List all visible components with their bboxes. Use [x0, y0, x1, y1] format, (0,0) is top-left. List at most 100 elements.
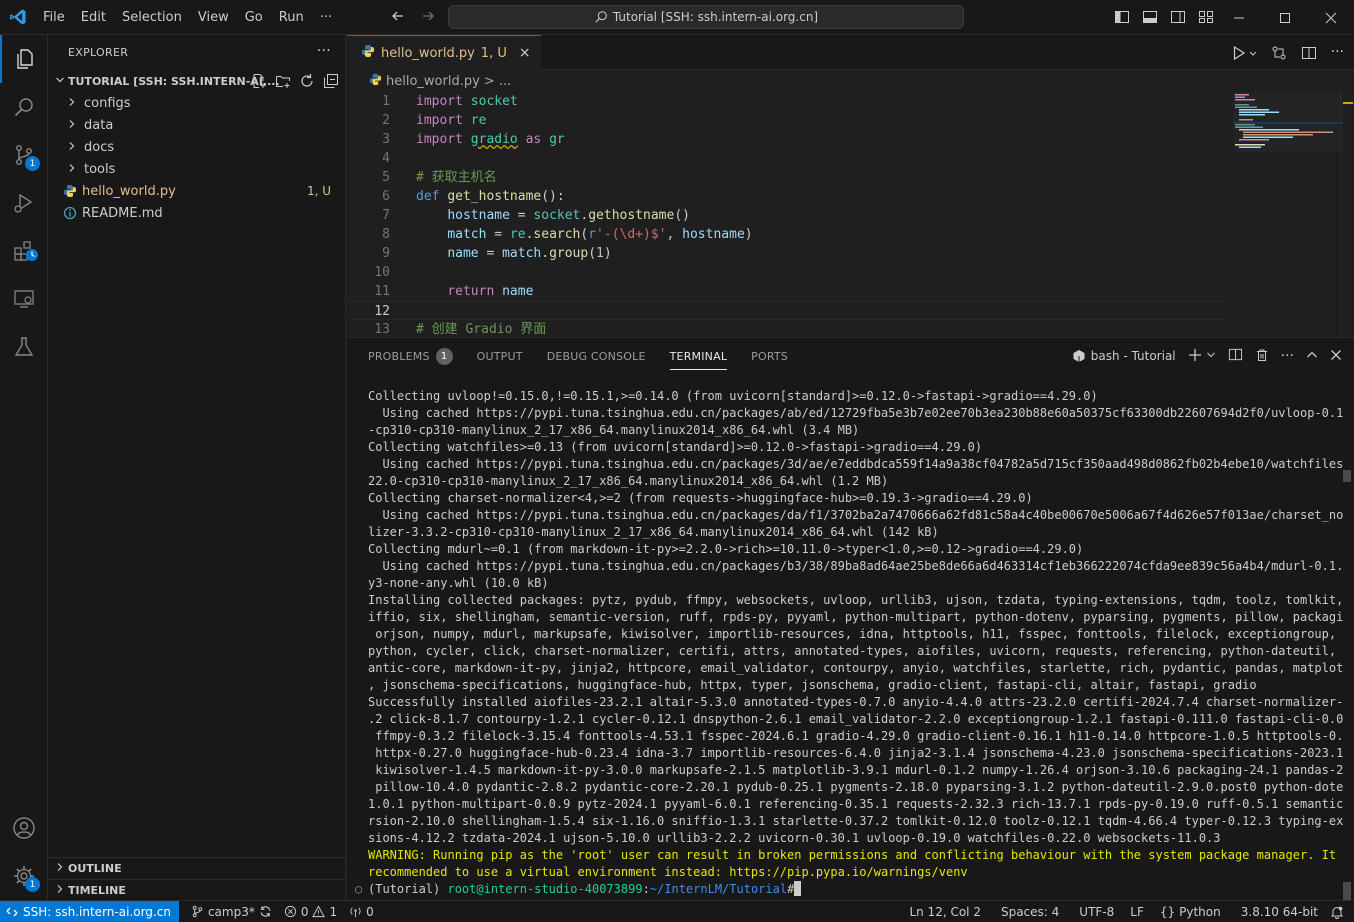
ports-status[interactable]: 0 [343, 901, 380, 922]
menu-file[interactable]: File [35, 0, 73, 35]
back-arrow-icon[interactable] [390, 8, 406, 28]
vscode-logo-icon [0, 0, 35, 35]
menu-run[interactable]: Run [271, 0, 312, 35]
run-debug-icon[interactable] [0, 179, 48, 227]
tab-debug-console[interactable]: DEBUG CONSOLE [547, 338, 646, 374]
code-line: 7 hostname = socket.gethostname() [347, 206, 1227, 225]
python-interpreter[interactable]: 3.8.10 64-bit [1235, 901, 1324, 922]
extensions-icon[interactable] [0, 227, 48, 275]
tab-ports[interactable]: PORTS [751, 338, 788, 374]
accounts-icon[interactable] [0, 804, 48, 852]
git-branch[interactable]: camp3* [185, 901, 278, 922]
tree-folder-configs[interactable]: configs [48, 92, 345, 114]
code-text: import re [416, 113, 487, 128]
code-line: 3 import gradio as gr [347, 130, 1227, 149]
open-changes-icon[interactable] [1271, 45, 1287, 65]
command-decoration-icon[interactable]: ○ [355, 881, 362, 898]
terminal-prompt[interactable]: ○ (Tutorial) root@intern-studio-40073899:… [355, 881, 1343, 898]
customize-layout-icon[interactable] [1198, 9, 1214, 29]
code-editor[interactable]: 1 import socket 2 import re 3 import gradio… [347, 92, 1227, 337]
close-panel-icon[interactable] [1330, 349, 1342, 364]
refresh-icon[interactable] [299, 73, 315, 92]
more-actions-icon[interactable]: ··· [1331, 45, 1344, 65]
line-number: 5 [382, 170, 390, 185]
chevron-down-icon[interactable] [1249, 45, 1257, 65]
terminal-line: Collecting mdurl~=0.1 (from markdown-it-… [368, 542, 1084, 556]
encoding[interactable]: UTF-8 [1073, 901, 1120, 922]
testing-flask-icon[interactable] [0, 323, 48, 371]
chevron-down-icon[interactable] [1206, 349, 1216, 363]
close-tab-icon[interactable]: × [519, 45, 531, 61]
terminal-line: Successfully installed aiofiles-23.2.1 a… [368, 695, 1343, 709]
status-bar: SSH: ssh.intern-ai.org.cn camp3* 0 1 0 L… [0, 900, 1354, 922]
split-editor-icon[interactable] [1301, 45, 1317, 65]
search-view-icon[interactable] [0, 83, 48, 131]
outline-section[interactable]: OUTLINE [48, 857, 345, 879]
warning-icon [312, 905, 326, 918]
terminal-line: Using cached https://pypi.tuna.tsinghua.… [368, 457, 1343, 471]
language-mode[interactable]: {} Python [1154, 901, 1227, 922]
source-control-badge: 1 [25, 156, 40, 171]
tree-file-readme[interactable]: README.md [48, 202, 345, 224]
collapse-all-icon[interactable] [323, 73, 339, 92]
menu-selection[interactable]: Selection [114, 0, 190, 35]
editor-scrollbar[interactable] [1340, 92, 1354, 337]
git-status-badge: 1, U [306, 184, 331, 198]
cursor-position[interactable]: Ln 12, Col 2 [903, 901, 987, 922]
menu-edit[interactable]: Edit [73, 0, 114, 35]
split-terminal-icon[interactable] [1228, 347, 1243, 365]
menu-view[interactable]: View [190, 0, 237, 35]
tab-terminal[interactable]: TERMINAL [669, 338, 728, 374]
problems-badge: 1 [435, 347, 453, 365]
terminal-output[interactable]: Collecting uvloop!=0.15.0,!=0.15.1,>=0.1… [355, 388, 1343, 898]
more-actions-icon[interactable]: ··· [1281, 348, 1294, 364]
tab-output[interactable]: OUTPUT [477, 338, 523, 374]
close-window-icon[interactable] [1308, 0, 1354, 35]
toggle-secondary-sidebar-icon[interactable] [1170, 9, 1186, 29]
remote-indicator[interactable]: SSH: ssh.intern-ai.org.cn [0, 900, 179, 922]
indentation[interactable]: Spaces: 4 [995, 901, 1065, 922]
problems-status[interactable]: 0 1 [278, 901, 343, 922]
sidebar-more-actions[interactable]: ··· [317, 43, 331, 59]
tree-folder-docs[interactable]: docs [48, 136, 345, 158]
code-text: # 获取主机名 [416, 170, 497, 185]
terminal-scrollbar[interactable] [1340, 374, 1354, 922]
settings-gear-icon[interactable]: 1 [0, 852, 48, 900]
workspace-root-folder[interactable]: TUTORIAL [SSH: SSH.INTERN-AI.... [48, 70, 345, 92]
tree-folder-data[interactable]: data [48, 114, 345, 136]
new-terminal-icon[interactable] [1188, 348, 1202, 365]
tab-hello-world[interactable]: hello_world.py 1, U × [347, 35, 541, 70]
menu-more[interactable]: ··· [312, 0, 340, 35]
kill-terminal-icon[interactable] [1255, 348, 1269, 365]
sidebar-header: EXPLORER ··· [48, 35, 345, 70]
tab-label: PORTS [751, 349, 788, 363]
new-file-icon[interactable] [251, 73, 267, 92]
antenna-icon [350, 907, 361, 918]
tree-folder-tools[interactable]: tools [48, 158, 345, 180]
remote-explorer-icon[interactable] [0, 275, 48, 323]
breadcrumb-more[interactable]: > ... [484, 74, 511, 89]
explorer-icon[interactable] [0, 35, 48, 83]
menu-go[interactable]: Go [237, 0, 271, 35]
tab-problems[interactable]: PROBLEMS 1 [368, 338, 453, 374]
forward-arrow-icon[interactable] [420, 8, 436, 28]
code-line: 10 [347, 263, 1227, 282]
minimap[interactable] [1233, 92, 1343, 337]
end-of-line[interactable]: LF [1124, 901, 1150, 922]
sync-icon[interactable] [259, 905, 272, 918]
toggle-panel-icon[interactable] [1142, 9, 1158, 29]
breadcrumb-file[interactable]: hello_world.py [386, 74, 480, 89]
source-control-icon[interactable]: 1 [0, 131, 48, 179]
maximize-panel-icon[interactable] [1306, 349, 1318, 364]
toggle-primary-sidebar-icon[interactable] [1114, 9, 1130, 29]
tab-status: 1, U [480, 45, 507, 61]
new-folder-icon[interactable] [275, 73, 291, 92]
command-center-search[interactable]: Tutorial [SSH: ssh.intern-ai.org.cn] [448, 5, 964, 29]
tree-file-hello-world[interactable]: hello_world.py 1, U [48, 180, 345, 202]
notifications-bell-icon[interactable] [1324, 901, 1350, 922]
minimize-icon[interactable] [1216, 0, 1262, 35]
maximize-icon[interactable] [1262, 0, 1308, 35]
run-python-file-icon[interactable] [1231, 45, 1247, 65]
timeline-section[interactable]: TIMELINE [48, 879, 345, 901]
terminal-instance[interactable]: bash - Tutorial [1072, 349, 1176, 363]
